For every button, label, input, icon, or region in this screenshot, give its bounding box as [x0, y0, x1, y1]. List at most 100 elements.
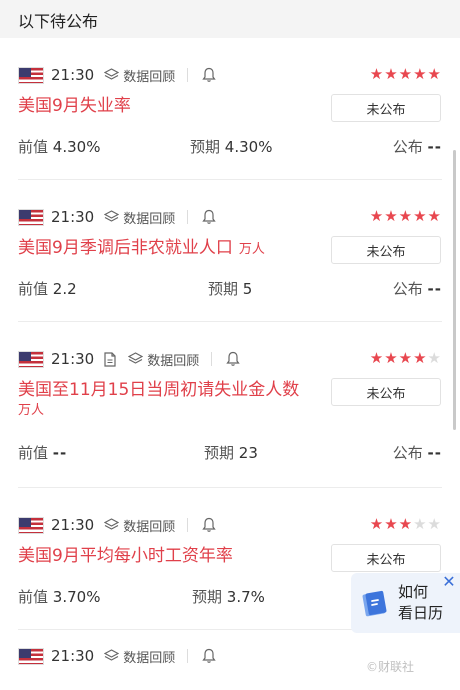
event-name[interactable]: 美国9月失业率: [18, 95, 318, 117]
event-unit: 万人: [238, 242, 265, 257]
forecast-label: 预期: [192, 588, 223, 606]
published-number: --: [427, 138, 442, 156]
event-card[interactable]: 21:30 数据回顾 ★ ★ ★ ★ ★ 美国至11月15日当周初请失业金人数万…: [0, 322, 460, 488]
prev-number: 4.30%: [52, 138, 101, 156]
bell-icon[interactable]: [202, 209, 216, 225]
importance-stars: ★ ★ ★ ★ ★: [370, 207, 441, 225]
star-icon: ★: [384, 349, 398, 367]
star-icon: ★: [398, 65, 413, 83]
data-review-link[interactable]: 数据回顾: [104, 647, 175, 666]
star-icon: ★: [413, 207, 427, 225]
forecast-value: 预期 3.7%: [192, 586, 265, 607]
event-meta: 21:30 数据回顾: [18, 65, 216, 85]
scrollbar[interactable]: [453, 150, 456, 430]
prev-value: 前值 2.2: [18, 278, 77, 299]
event-name-text: 美国至11月15日当周初请失业金人数: [18, 380, 300, 400]
data-review-label: 数据回顾: [123, 211, 176, 227]
event-card[interactable]: 21:30 数据回顾 ★ ★ ★ ★ ★ 美国9月季调后非农就业人口 万人 未公布…: [0, 180, 460, 322]
event-name-text: 美国9月失业率: [18, 96, 131, 116]
us-flag-icon: [18, 208, 44, 226]
star-icon: ★: [413, 65, 427, 83]
meta-divider: [187, 649, 189, 663]
bell-icon[interactable]: [202, 67, 216, 83]
forecast-label: 预期: [208, 280, 239, 298]
event-unit: 万人: [18, 403, 45, 418]
star-icon: ★: [413, 349, 427, 367]
forecast-value: 预期 23: [204, 442, 258, 463]
data-review-label: 数据回顾: [123, 519, 176, 535]
close-icon[interactable]: ✕: [440, 573, 458, 591]
data-review-label: 数据回顾: [123, 650, 176, 666]
document-icon[interactable]: [104, 351, 116, 367]
status-button[interactable]: 未公布: [331, 236, 441, 264]
calendar-help-text: 如何 看日历: [398, 582, 443, 624]
us-flag-icon: [18, 647, 44, 665]
forecast-number: 4.30%: [224, 138, 273, 156]
layers-icon: [104, 649, 120, 661]
bell-icon[interactable]: [226, 351, 240, 367]
published-label: 公布: [392, 138, 423, 156]
published-label: 公布: [392, 280, 423, 298]
prev-number: 3.70%: [52, 588, 101, 606]
event-time: 21:30: [51, 350, 95, 368]
event-time: 21:30: [51, 66, 95, 84]
star-icon: ★: [427, 515, 441, 533]
published-label: 公布: [392, 444, 423, 462]
meta-divider: [211, 352, 213, 366]
event-card[interactable]: 21:30 数据回顾 ★ ★ ★ ★ ★ 美国9月失业率 未公布 前值 4.30…: [0, 38, 460, 180]
event-name-text: 美国9月平均每小时工资年率: [18, 546, 233, 566]
star-icon: ★: [413, 515, 427, 533]
published-value: 公布 --: [393, 442, 442, 463]
data-review-link[interactable]: 数据回顾: [104, 516, 175, 535]
meta-divider: [187, 210, 189, 224]
event-meta: 21:30 数据回顾: [18, 646, 216, 666]
book-icon: [361, 589, 389, 623]
layers-icon: [104, 518, 120, 530]
forecast-label: 预期: [204, 444, 235, 462]
star-icon: ★: [427, 207, 441, 225]
prev-value: 前值 3.70%: [18, 586, 100, 607]
bell-icon[interactable]: [202, 517, 216, 533]
importance-stars: ★ ★ ★ ★ ★: [370, 349, 441, 367]
data-review-link[interactable]: 数据回顾: [104, 208, 175, 227]
published-number: --: [427, 280, 442, 298]
status-button[interactable]: 未公布: [331, 544, 441, 572]
star-icon: ★: [369, 65, 384, 83]
prev-label: 前值: [18, 588, 49, 606]
data-review-link[interactable]: 数据回顾: [104, 66, 175, 85]
event-name[interactable]: 美国至11月15日当周初请失业金人数万人: [18, 379, 318, 421]
prev-value: 前值 --: [18, 442, 67, 463]
published-value: 公布 --: [393, 136, 442, 157]
layers-icon: [104, 210, 120, 222]
star-icon: ★: [384, 65, 398, 83]
status-button[interactable]: 未公布: [331, 94, 441, 122]
star-icon: ★: [398, 515, 413, 533]
star-icon: ★: [369, 207, 384, 225]
event-meta: 21:30 数据回顾: [18, 349, 240, 369]
star-icon: ★: [369, 349, 384, 367]
prev-number: --: [52, 444, 68, 462]
prev-label: 前值: [18, 138, 49, 156]
data-review-label: 数据回顾: [147, 353, 200, 369]
star-icon: ★: [427, 349, 441, 367]
status-button[interactable]: 未公布: [331, 378, 441, 406]
event-name[interactable]: 美国9月季调后非农就业人口 万人: [18, 237, 318, 261]
data-review-link[interactable]: 数据回顾: [128, 350, 199, 369]
event-time: 21:30: [51, 208, 95, 226]
event-name[interactable]: 美国9月平均每小时工资年率: [18, 545, 318, 567]
event-time: 21:30: [51, 516, 95, 534]
prev-label: 前值: [18, 444, 49, 462]
forecast-number: 3.7%: [226, 588, 265, 606]
bell-icon[interactable]: [202, 648, 216, 664]
prev-label: 前值: [18, 280, 49, 298]
event-name-text: 美国9月季调后非农就业人口: [18, 238, 233, 258]
prev-value: 前值 4.30%: [18, 136, 100, 157]
importance-stars: ★ ★ ★ ★ ★: [370, 515, 441, 533]
forecast-value: 预期 4.30%: [190, 136, 272, 157]
layers-icon: [128, 352, 144, 364]
star-icon: ★: [427, 65, 441, 83]
published-value: 公布 --: [393, 278, 442, 299]
meta-divider: [187, 68, 189, 82]
forecast-label: 预期: [190, 138, 221, 156]
us-flag-icon: [18, 516, 44, 534]
